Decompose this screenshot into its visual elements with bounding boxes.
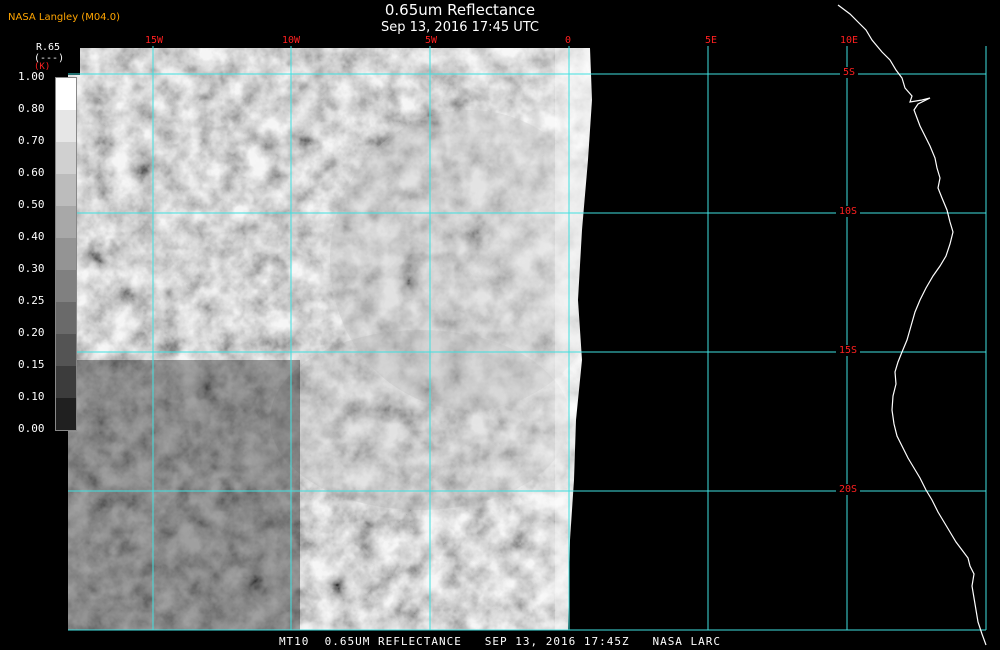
- colorbar-title: R.65: [36, 42, 61, 53]
- lon-label-5w: 5W: [425, 35, 438, 46]
- colorbar-tick: 0.00: [18, 422, 45, 435]
- footer-caption: MT10 0.65UM REFLECTANCE SEP 13, 2016 17:…: [278, 635, 722, 648]
- lon-label-10e: 10E: [840, 35, 859, 46]
- credit-label: NASA Langley (M04.0): [8, 12, 120, 23]
- colorbar-tick: 1.00: [18, 70, 45, 83]
- colorbar-tick: 0.80: [18, 102, 45, 115]
- lat-label-5s: 5S: [840, 67, 859, 78]
- colorbar-tick: 0.10: [18, 390, 45, 403]
- lat-label-15s: 15S: [836, 345, 861, 356]
- colorbar-tick: 0.30: [18, 262, 45, 275]
- lon-label-15w: 15W: [145, 35, 164, 46]
- chart-title: 0.65um Reflectance: [384, 1, 536, 19]
- timestamp: Sep 13, 2016 17:45 UTC: [380, 20, 540, 35]
- colorbar-tick: 0.15: [18, 358, 45, 371]
- colorbar: [55, 77, 77, 431]
- lat-label-20s: 20S: [836, 484, 861, 495]
- colorbar-tick: 0.40: [18, 230, 45, 243]
- reflectance-field: [68, 48, 592, 630]
- lat-label-10s: 10S: [836, 206, 861, 217]
- colorbar-tick: 0.70: [18, 134, 45, 147]
- colorbar-tick: 0.20: [18, 326, 45, 339]
- colorbar-tick: 0.60: [18, 166, 45, 179]
- colorbar-tick: 0.25: [18, 294, 45, 307]
- lon-label-5e: 5E: [705, 35, 718, 46]
- lon-label-0: 0: [565, 35, 572, 46]
- colorbar-tick: 0.50: [18, 198, 45, 211]
- lon-label-10w: 10W: [282, 35, 301, 46]
- coastline: [837, 4, 987, 646]
- satellite-image: [68, 4, 987, 646]
